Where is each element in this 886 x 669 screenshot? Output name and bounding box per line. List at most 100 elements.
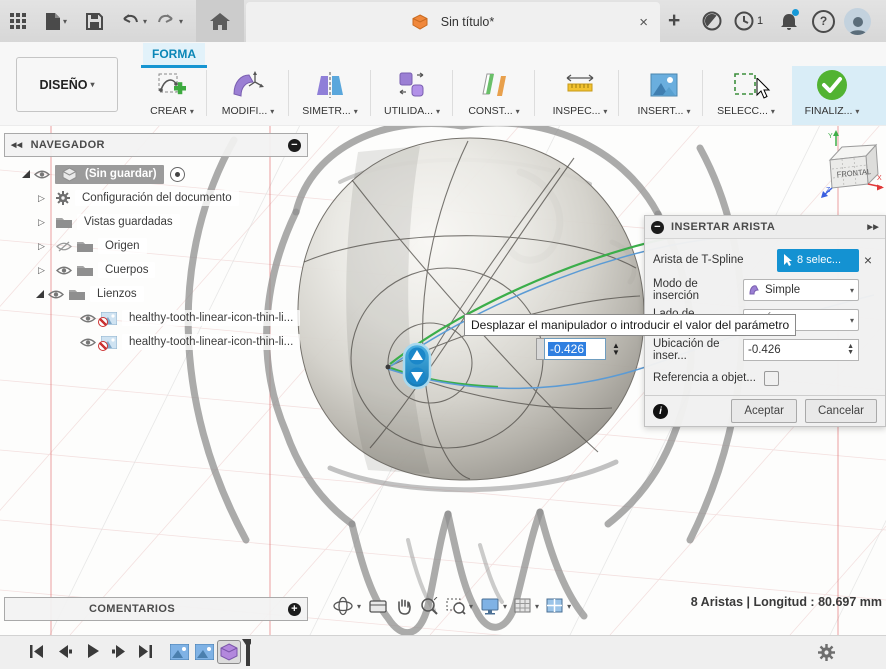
gear-icon — [56, 191, 70, 205]
visibility-eye-icon[interactable] — [80, 313, 96, 324]
tree-item-bodies[interactable]: ▷ Cuerpos — [4, 258, 308, 282]
timeline-go-end-button[interactable] — [134, 636, 156, 666]
workspace-selector-button[interactable]: DISEÑO ▾ — [16, 57, 118, 112]
tree-item-canvases[interactable]: Lienzos — [4, 282, 308, 306]
toolbar-group-utilities[interactable]: UTILIDA... ▾ — [374, 68, 450, 124]
browser-panel-header[interactable]: ◀◀ NAVEGADOR − — [4, 133, 308, 157]
timeline-feature-canvas-2[interactable] — [193, 641, 215, 663]
look-at-button[interactable] — [366, 596, 390, 616]
document-tab[interactable]: Sin título* × — [246, 2, 660, 42]
undo-button[interactable]: ▾ — [120, 0, 147, 42]
avatar[interactable] — [844, 0, 871, 42]
tree-item-document-root[interactable]: (Sin guardar) — [4, 162, 308, 186]
tooltip-text: Desplazar el manipulador o introducir el… — [471, 318, 790, 332]
file-menu-button[interactable]: ▾ — [46, 0, 67, 42]
tree-item-document-settings[interactable]: ▷ Configuración del documento — [4, 186, 308, 210]
parameter-input[interactable]: -0.426 — [544, 338, 606, 360]
pan-button[interactable] — [393, 595, 415, 617]
timeline-step-back-button[interactable] — [54, 636, 76, 666]
timeline-playhead[interactable] — [242, 639, 251, 666]
visibility-eye-icon[interactable] — [34, 169, 50, 180]
expander-collapsed-icon[interactable]: ▷ — [38, 217, 50, 228]
spinner-down-icon[interactable]: ▼ — [612, 349, 620, 357]
tree-item-origin[interactable]: ▷ Origen — [4, 234, 308, 258]
collapse-dialog-icon[interactable]: − — [651, 220, 664, 234]
timeline-play-button[interactable] — [82, 636, 104, 666]
document-tab-title: Sin título* — [440, 15, 495, 29]
info-icon[interactable]: i — [653, 403, 668, 419]
timeline-feature-tspline-body[interactable] — [217, 640, 241, 664]
input-drag-grip[interactable] — [536, 338, 544, 360]
collapse-panel-icon[interactable]: ◀◀ — [11, 141, 23, 149]
edge-manipulator-handle[interactable] — [402, 342, 432, 390]
new-tab-button[interactable]: + — [668, 0, 680, 42]
toolbar-group-inspect[interactable]: INSPEC... ▾ — [542, 68, 618, 124]
visibility-eye-icon[interactable] — [80, 337, 96, 348]
visibility-eye-icon[interactable] — [48, 289, 64, 300]
timeline-settings-gear-icon[interactable] — [818, 644, 835, 666]
timeline-feature-canvas-1[interactable] — [168, 641, 190, 663]
help-icon[interactable]: ? — [812, 0, 835, 42]
toolbar-group-select[interactable]: SELECC... ▾ — [708, 68, 784, 124]
tab-forma[interactable]: FORMA — [143, 43, 205, 65]
clear-selection-icon[interactable]: × — [859, 252, 877, 268]
timeline-go-start-button[interactable] — [26, 636, 48, 666]
insert-location-spinner[interactable]: -0.426 ▲ ▼ — [743, 339, 859, 361]
expander-collapsed-icon[interactable]: ▷ — [38, 193, 50, 204]
zoom-button[interactable] — [418, 595, 441, 618]
toolbar-group-finish[interactable]: FINALIZ... ▾ — [794, 68, 870, 124]
notifications-bell-icon[interactable] — [780, 0, 799, 42]
field-row-insert-mode: Modo de inserción Simple ▾ — [653, 275, 877, 305]
orbit-button[interactable]: ▾ — [330, 594, 363, 618]
caret-down-icon: ▾ — [603, 107, 608, 116]
dialog-header[interactable]: − INSERTAR ARISTA ▶▶ — [645, 216, 885, 239]
toolbar-group-insert[interactable]: INSERT... ▾ — [626, 68, 702, 124]
display-settings-button[interactable]: ▾ — [478, 595, 509, 617]
collapse-tree-icon[interactable]: − — [288, 138, 301, 152]
viewports-button[interactable]: ▾ — [544, 596, 573, 616]
tab-forma-label: FORMA — [152, 47, 196, 61]
visibility-eye-off-icon[interactable] — [56, 241, 72, 252]
app-grid-icon[interactable] — [10, 0, 27, 42]
grid-settings-button[interactable]: ▾ — [512, 596, 541, 616]
save-button[interactable] — [86, 0, 103, 42]
caret-down-icon: ▾ — [357, 601, 362, 611]
visibility-eye-icon[interactable] — [56, 265, 72, 276]
expander-open-icon[interactable] — [36, 290, 44, 298]
canvas-image-icon — [98, 335, 117, 351]
tree-item-canvas-image-1[interactable]: healthy-tooth-linear-icon-thin-li... — [4, 306, 308, 330]
expander-collapsed-icon[interactable]: ▷ — [38, 265, 50, 276]
tree-item-label: Vistas guardadas — [84, 216, 173, 228]
tree-item-canvas-image-2[interactable]: healthy-tooth-linear-icon-thin-li... — [4, 330, 308, 354]
home-view-button[interactable] — [196, 0, 244, 42]
spinner-down-icon[interactable]: ▼ — [847, 349, 854, 356]
toolbar-group-create[interactable]: CREAR ▾ — [134, 68, 210, 124]
tab-close-icon[interactable]: × — [639, 14, 648, 31]
edge-selection-button[interactable]: 8 selec... — [777, 248, 859, 272]
comments-header[interactable]: COMENTARIOS + — [4, 597, 308, 621]
insert-mode-dropdown[interactable]: Simple ▾ — [743, 279, 859, 301]
active-document-radio[interactable] — [169, 166, 185, 182]
inspect-icon — [564, 68, 596, 102]
object-reference-checkbox[interactable] — [764, 370, 779, 386]
expand-dialog-icon[interactable]: ▶▶ — [867, 223, 879, 231]
caret-down-icon: ▾ — [436, 107, 441, 116]
document-root-pill[interactable]: (Sin guardar) — [55, 164, 164, 184]
timeline-step-forward-button[interactable] — [108, 636, 130, 666]
toolbar-group-construct[interactable]: CONST... ▾ — [456, 68, 532, 124]
add-comment-icon[interactable]: + — [288, 602, 301, 616]
expander-open-icon[interactable] — [22, 170, 30, 178]
tree-item-named-views[interactable]: ▷ Vistas guardadas — [4, 210, 308, 234]
extensions-icon[interactable] — [702, 0, 722, 42]
cancel-button[interactable]: Cancelar — [804, 399, 877, 423]
expander-collapsed-icon[interactable]: ▷ — [38, 241, 50, 252]
toolbar-group-symmetry[interactable]: SIMETR... ▾ — [292, 68, 368, 124]
job-status-clock-icon[interactable]: 1 — [734, 0, 763, 42]
viewcube[interactable]: FRONTAL Y X Z — [820, 130, 884, 207]
redo-button[interactable]: ▾ — [156, 0, 183, 42]
accept-button[interactable]: Aceptar — [731, 399, 797, 423]
folder-icon — [77, 240, 93, 252]
toolbar-group-modify[interactable]: MODIFI... ▾ — [210, 68, 286, 124]
zoom-window-button[interactable]: ▾ — [444, 595, 475, 617]
tspline-body[interactable] — [297, 137, 645, 481]
